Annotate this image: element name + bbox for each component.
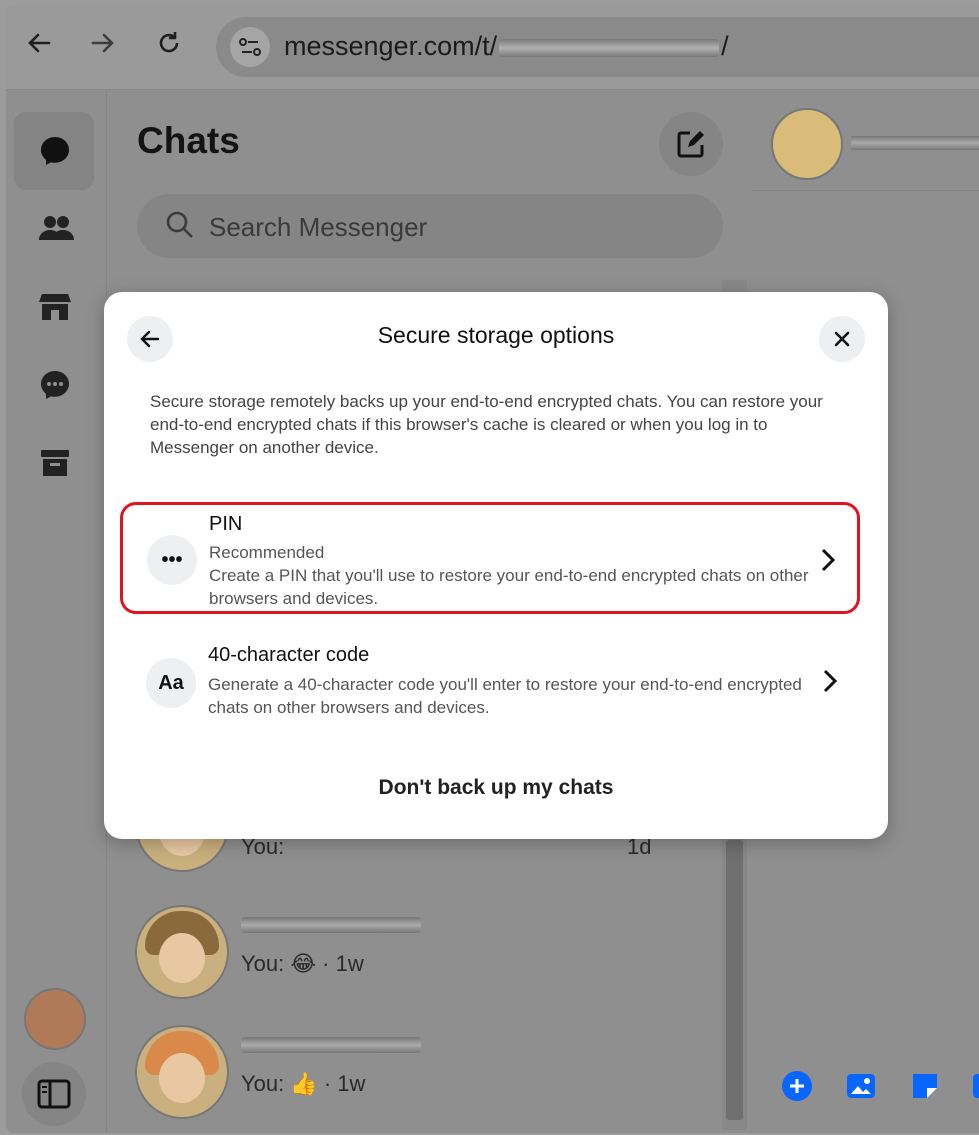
address-bar[interactable]: messenger.com/t/ / xyxy=(216,17,979,77)
close-icon xyxy=(834,331,850,347)
archive-icon xyxy=(41,450,69,476)
new-message-button[interactable] xyxy=(659,112,723,176)
list-item-message: You: 😂 · 1w xyxy=(241,951,364,976)
secure-storage-dialog: Secure storage options Secure storage re… xyxy=(104,292,888,839)
browser-toolbar: messenger.com/t/ / xyxy=(6,5,979,90)
people-icon xyxy=(39,216,74,240)
app-frame: messenger.com/t/ / Chats Search Messenger… xyxy=(6,5,979,1133)
option-title: 40-character code xyxy=(208,644,370,666)
search-input[interactable]: Search Messenger xyxy=(137,194,723,258)
reload-icon[interactable] xyxy=(152,29,186,63)
rail-chats[interactable] xyxy=(14,112,94,190)
search-placeholder: Search Messenger xyxy=(209,212,428,242)
forward-arrow-icon[interactable] xyxy=(86,29,120,63)
sticker-icon[interactable] xyxy=(909,1070,941,1102)
code-option[interactable]: Aa 40-character code Generate a 40-chara… xyxy=(124,640,854,730)
recommended-label: Recommended xyxy=(209,543,325,562)
url-prefix: messenger.com/t/ xyxy=(284,31,498,61)
list-item-message: You: 👍 · 1w xyxy=(241,1071,366,1096)
back-arrow-icon[interactable] xyxy=(22,29,56,63)
rail-requests[interactable] xyxy=(14,346,94,424)
option-description: Generate a 40-character code you'll ente… xyxy=(208,675,802,717)
store-icon xyxy=(39,294,71,320)
list-item[interactable]: You: 👍 · 1w xyxy=(135,1025,715,1125)
search-icon xyxy=(166,211,193,238)
site-settings-icon[interactable] xyxy=(230,27,270,67)
profile-avatar[interactable] xyxy=(24,988,86,1050)
scrollbar-thumb[interactable] xyxy=(726,840,743,1120)
rail-people[interactable] xyxy=(14,190,94,268)
redacted-contact-name xyxy=(851,136,979,150)
redacted-contact-name xyxy=(241,1037,421,1053)
image-icon[interactable] xyxy=(845,1070,877,1102)
plus-circle-icon[interactable] xyxy=(781,1070,813,1102)
list-item[interactable]: You: 😂 · 1w xyxy=(135,905,715,1005)
left-rail xyxy=(6,90,107,1133)
rail-marketplace[interactable] xyxy=(14,268,94,346)
close-button[interactable] xyxy=(819,316,865,362)
conversation-header xyxy=(751,90,979,191)
text-aa-icon: Aa xyxy=(146,658,196,708)
sidebar-icon xyxy=(37,1079,71,1109)
chevron-right-icon xyxy=(821,548,836,572)
url-suffix: / xyxy=(721,31,729,61)
compose-icon xyxy=(677,131,704,158)
dont-back-up-button[interactable]: Don't back up my chats xyxy=(104,776,888,800)
rail-archive[interactable] xyxy=(14,424,94,502)
option-description: Create a PIN that you'll use to restore … xyxy=(209,566,809,608)
avatar[interactable] xyxy=(771,108,843,180)
redacted-contact-name xyxy=(241,917,421,933)
page-title: Chats xyxy=(137,120,240,161)
more-dots-icon: ••• xyxy=(147,535,197,585)
url-text: messenger.com/t/ / xyxy=(284,31,729,62)
dialog-description: Secure storage remotely backs up your en… xyxy=(150,392,823,457)
gif-icon[interactable] xyxy=(971,1070,979,1102)
toggle-sidebar-button[interactable] xyxy=(22,1062,86,1126)
message-requests-icon xyxy=(41,371,69,399)
dialog-title: Secure storage options xyxy=(377,322,615,348)
option-title: PIN xyxy=(209,513,243,535)
chat-bubble-icon xyxy=(41,137,69,165)
avatar xyxy=(135,1025,229,1119)
pin-option[interactable]: ••• PIN Recommended Create a PIN that yo… xyxy=(120,502,860,614)
avatar xyxy=(135,905,229,999)
chevron-right-icon xyxy=(823,669,838,693)
redacted-url-segment xyxy=(499,38,720,57)
